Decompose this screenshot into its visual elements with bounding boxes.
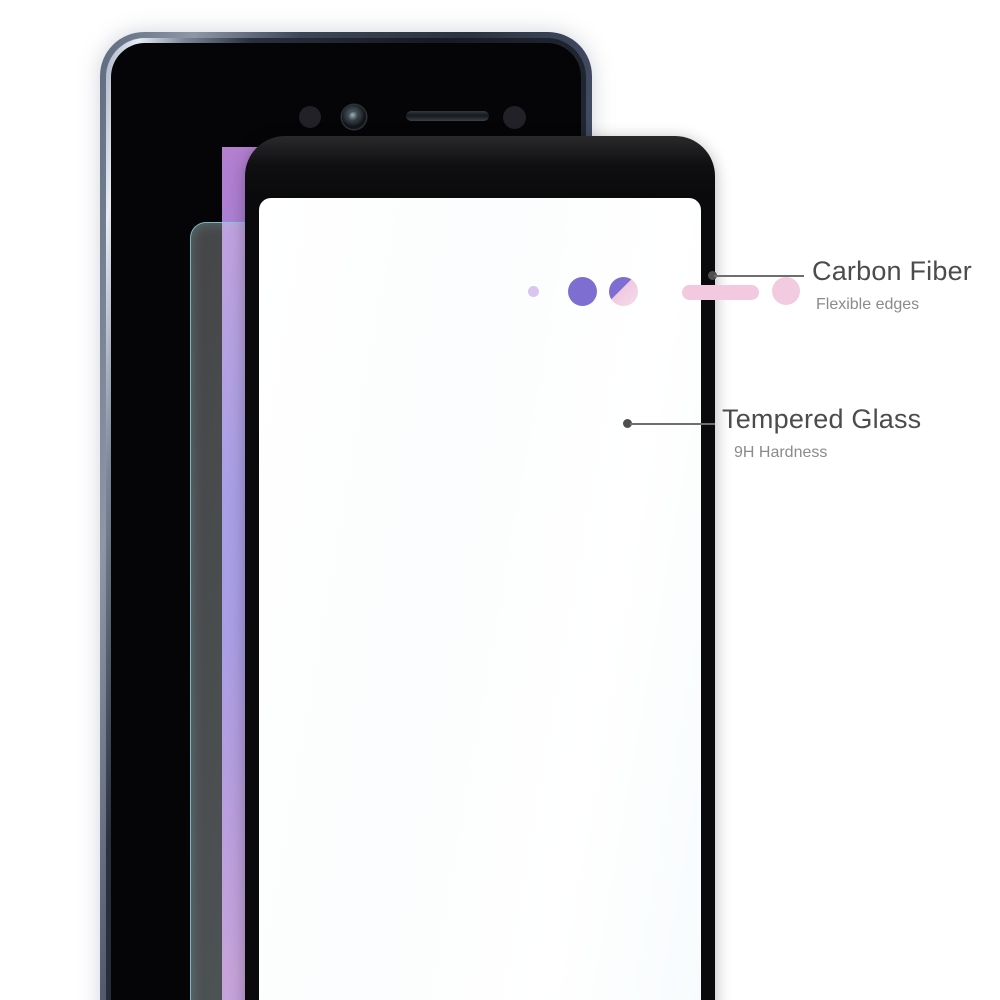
carbon-fiber-callout: Carbon Fiber Flexible edges — [812, 256, 972, 314]
protector-clear-face — [259, 198, 701, 1000]
tempered-glass-leader-line — [630, 423, 715, 425]
carbon-fiber-leader-line — [714, 275, 804, 277]
sensor-cutout-dot-icon — [528, 286, 539, 297]
earpiece-speaker-icon — [406, 111, 489, 121]
carbon-fiber-subtitle: Flexible edges — [816, 296, 920, 313]
front-camera-icon — [342, 105, 366, 129]
camera-cutout-icon — [568, 277, 597, 306]
earpiece-cutout-icon — [682, 285, 759, 300]
sensor-cutout-icon — [609, 277, 638, 306]
tempered-glass-subtitle: 9H Hardness — [734, 444, 828, 461]
tempered-glass-title: Tempered Glass — [722, 404, 922, 434]
product-image-canvas: 10 08 Sun, Apr 15 Carbon Fiber Flexible … — [0, 0, 1000, 1000]
light-sensor-icon — [503, 106, 526, 129]
screen-protector — [245, 136, 800, 1000]
tempered-glass-callout: Tempered Glass 9H Hardness — [722, 404, 921, 462]
proximity-sensor-icon — [299, 106, 321, 128]
protector-gloss — [245, 136, 715, 198]
carbon-fiber-title: Carbon Fiber — [812, 256, 972, 286]
light-sensor-cutout-icon — [772, 277, 800, 305]
